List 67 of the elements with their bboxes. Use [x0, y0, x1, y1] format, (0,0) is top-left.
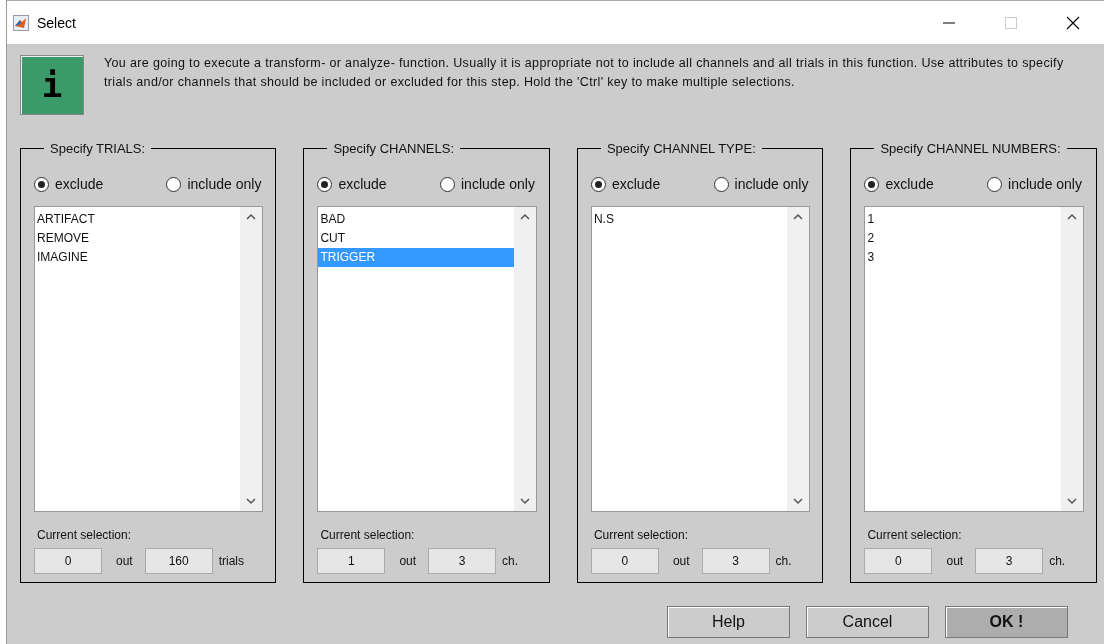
selection-label: Current selection: — [593, 528, 689, 542]
scroll-down-icon[interactable] — [793, 498, 804, 505]
scroll-down-icon[interactable] — [519, 498, 530, 505]
list-item[interactable]: BAD — [318, 210, 514, 229]
unit-label: ch. — [775, 554, 792, 568]
scroll-down-icon[interactable] — [246, 498, 257, 505]
total-field: 160 — [144, 548, 213, 574]
selection-label: Current selection: — [867, 528, 963, 542]
minimize-icon — [943, 21, 955, 24]
scroll-down-icon[interactable] — [1067, 498, 1077, 505]
out-label: out — [399, 554, 417, 568]
info-icon: i — [20, 55, 84, 115]
radio-option[interactable]: exclude — [34, 176, 104, 192]
list-box[interactable]: 1 2 3 — [864, 206, 1084, 512]
list-box[interactable]: ARTIFACT REMOVE IMAGINE — [34, 206, 264, 512]
radio-option[interactable]: exclude — [590, 176, 661, 192]
radio-option[interactable]: exclude — [317, 176, 387, 192]
list-item[interactable]: 3 — [865, 248, 1061, 267]
close-icon — [1066, 15, 1080, 30]
list-box[interactable]: BAD CUT TRIGGER — [317, 206, 537, 512]
count-field: 0 — [590, 548, 659, 574]
out-label: out — [672, 554, 690, 568]
maximize-icon — [1005, 16, 1017, 29]
list-item[interactable]: IMAGINE — [35, 248, 241, 267]
count-field: 0 — [864, 548, 933, 574]
out-label: out — [116, 554, 133, 568]
selection-label: Current selection: — [320, 528, 416, 542]
list-box[interactable]: N.S — [590, 206, 811, 512]
list-item[interactable]: ARTIFACT — [35, 210, 241, 229]
panel-title: Specify TRIALS: — [49, 141, 147, 156]
radio-option[interactable]: include only — [987, 176, 1082, 192]
info-message: You are going to execute a transform- or analyze- function. Usually it is appropriate not to include all channels and all trials in this function. Use attributes to specify trials and/or channels that should be included or excluded for this step. Hold the 'Ctrl' key to make multiple selections. — [104, 55, 1064, 91]
scroll-up-icon[interactable] — [519, 213, 530, 220]
scrollbar[interactable] — [787, 207, 810, 511]
window-title: Select — [37, 14, 77, 31]
scroll-up-icon[interactable] — [793, 213, 804, 220]
unit-label: trials — [218, 554, 245, 568]
list-item[interactable]: REMOVE — [35, 229, 241, 248]
radio-option[interactable]: include only — [166, 176, 262, 192]
list-item[interactable]: N.S — [591, 210, 788, 229]
count-field: 0 — [34, 548, 102, 574]
radio-option[interactable]: exclude — [864, 176, 934, 192]
radio-option[interactable]: include only — [440, 176, 535, 192]
panel-title: Specify CHANNELS: — [332, 141, 456, 156]
scrollbar[interactable] — [240, 207, 263, 511]
radio-option[interactable]: include only — [713, 176, 809, 192]
count-field: 1 — [317, 548, 386, 574]
panel-title: Specify CHANNEL NUMBERS: — [879, 141, 1062, 156]
ok-button[interactable]: OK ! — [945, 606, 1068, 638]
selection-label: Current selection: — [37, 528, 133, 542]
list-item[interactable]: 1 — [865, 210, 1061, 229]
total-field: 3 — [428, 548, 497, 574]
scroll-up-icon[interactable] — [246, 213, 257, 220]
total-field: 3 — [975, 548, 1044, 574]
dialog-button[interactable]: Help — [667, 606, 790, 638]
dialog-button[interactable]: Cancel — [806, 606, 929, 638]
list-item[interactable]: 2 — [865, 229, 1061, 248]
scrollbar[interactable] — [1061, 207, 1083, 511]
app-logo-icon — [13, 14, 29, 31]
out-label: out — [946, 554, 964, 568]
unit-label: ch. — [1049, 554, 1066, 568]
total-field: 3 — [701, 548, 770, 574]
list-item[interactable]: CUT — [318, 229, 514, 248]
panel-title: Specify CHANNEL TYPE: — [605, 141, 757, 156]
scrollbar[interactable] — [513, 207, 536, 511]
scroll-up-icon[interactable] — [1067, 213, 1077, 220]
unit-label: ch. — [502, 554, 519, 568]
